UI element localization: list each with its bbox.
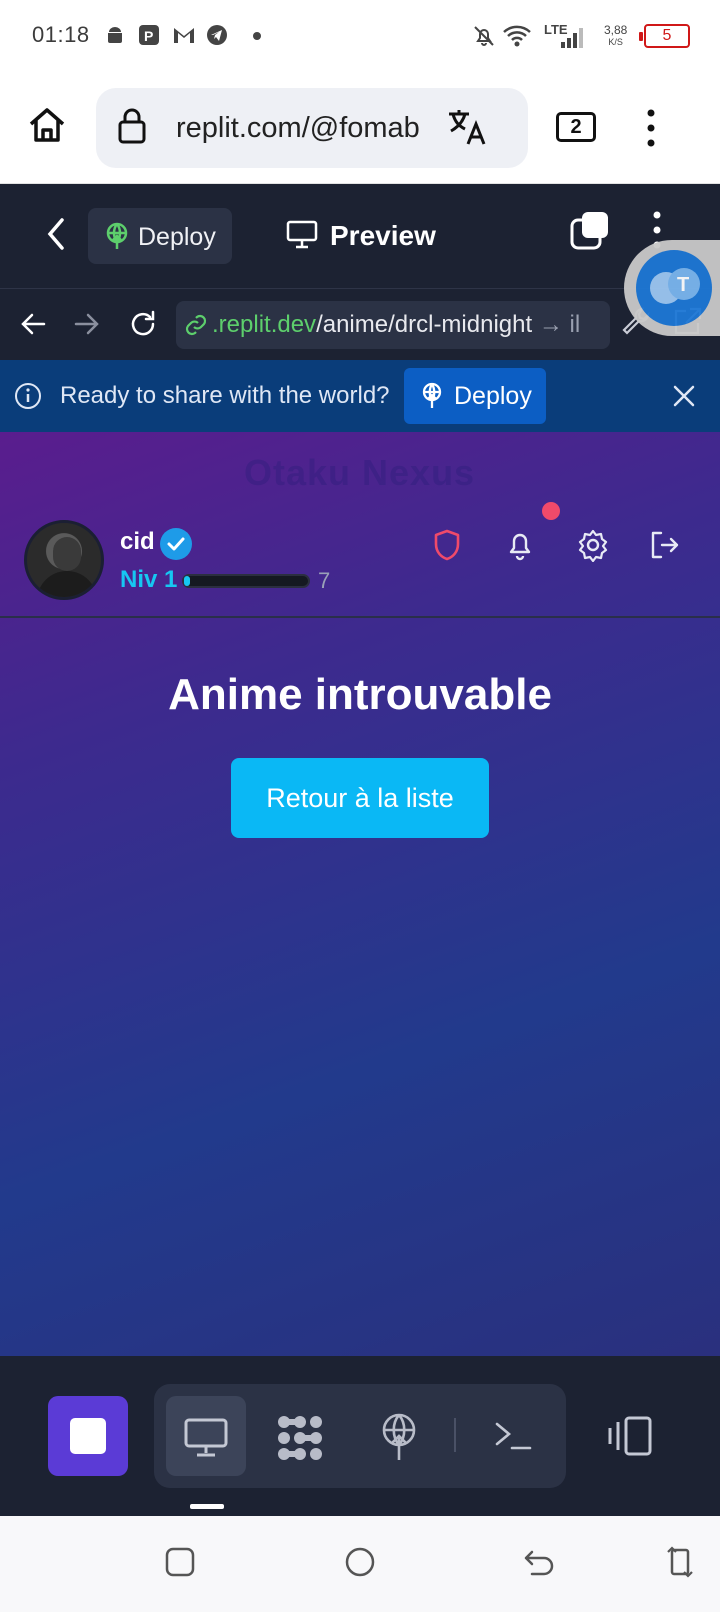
status-bar: 01:18 P LTE 3,88 K/S 5 — [0, 0, 720, 72]
banner-deploy-label: Deploy — [454, 382, 532, 410]
net-speed: 3,88 K/S — [604, 24, 627, 48]
deploy-tab[interactable]: Deploy — [88, 208, 232, 264]
address-text[interactable]: replit.com/@fomab — [176, 112, 430, 145]
url-extra: → il — [538, 311, 581, 338]
workflow-icon[interactable] — [276, 1414, 324, 1462]
deploy-icon — [420, 382, 444, 410]
net-speed-unit: K/S — [608, 37, 623, 47]
active-tab-indicator — [190, 1504, 224, 1509]
android-icon — [104, 24, 126, 46]
info-icon — [14, 382, 42, 410]
translate-icon[interactable] — [446, 106, 488, 148]
gear-icon[interactable] — [576, 528, 610, 562]
telegram-icon — [206, 24, 228, 46]
svg-text:T: T — [677, 274, 689, 296]
deploy-icon — [104, 222, 130, 250]
dot-icon — [252, 31, 262, 41]
back-button-icon[interactable] — [522, 1546, 556, 1578]
split-panel-icon[interactable] — [606, 1414, 654, 1458]
page-title: Anime introuvable — [168, 670, 552, 719]
xp-value: 7 — [318, 568, 331, 593]
shield-icon[interactable] — [432, 528, 462, 562]
xp-progress-bar — [182, 574, 310, 588]
svg-text:P: P — [144, 28, 153, 44]
reload-icon[interactable] — [128, 309, 158, 339]
deploy-banner: Ready to share with the world? Deploy — [0, 360, 720, 432]
wifi-icon — [502, 24, 532, 48]
monitor-icon — [286, 220, 318, 250]
battery-indicator: 5 — [639, 24, 690, 48]
replit-header: Deploy Preview — [0, 184, 720, 288]
status-time: 01:18 — [32, 22, 90, 47]
deploy-tab-label: Deploy — [138, 223, 216, 251]
net-speed-value: 3,88 — [604, 23, 628, 37]
url-path: /anime/drcl-midnight — [316, 311, 533, 338]
system-navigation-bar — [0, 1516, 720, 1612]
verified-badge-icon — [160, 528, 192, 560]
app-preview: Otaku Nexus cid Niv 1 7 Anime introuvabl… — [0, 432, 720, 1356]
toolbar-divider — [454, 1418, 456, 1452]
browser-toolbar: replit.com/@fomab 2 — [0, 72, 720, 184]
home-button-icon[interactable] — [344, 1546, 376, 1578]
banner-deploy-button[interactable]: Deploy — [404, 368, 546, 424]
deploy-icon[interactable] — [378, 1412, 420, 1462]
more-menu-icon[interactable] — [646, 108, 656, 148]
recents-icon[interactable] — [164, 1546, 196, 1578]
bell-icon[interactable] — [504, 528, 536, 562]
shell-icon[interactable] — [494, 1420, 534, 1452]
translate-bubble-icon: T — [636, 250, 712, 326]
app-brand: Otaku Nexus — [244, 452, 476, 493]
avatar[interactable] — [24, 520, 104, 600]
replit-bottom-toolbar — [0, 1356, 720, 1516]
close-icon[interactable] — [672, 384, 696, 408]
rotate-icon[interactable] — [666, 1544, 694, 1580]
forward-arrow-icon[interactable] — [74, 311, 100, 337]
xp-progress-fill — [184, 576, 191, 586]
gmail-icon — [172, 24, 196, 46]
user-level: Niv 1 — [120, 566, 178, 593]
url-domain: .replit.dev — [212, 311, 317, 338]
preview-tab-label[interactable]: Preview — [330, 220, 436, 252]
monitor-icon — [184, 1418, 228, 1458]
app-p-icon: P — [138, 24, 160, 46]
lock-icon[interactable] — [116, 106, 148, 146]
logout-icon[interactable] — [648, 528, 680, 562]
tab-switcher[interactable]: 2 — [556, 112, 596, 142]
link-icon — [184, 313, 208, 337]
stop-button[interactable] — [48, 1396, 128, 1476]
back-to-list-button[interactable]: Retour à la liste — [231, 758, 489, 838]
tabs-overlap-icon[interactable] — [568, 210, 612, 254]
home-icon[interactable] — [26, 104, 68, 146]
back-arrow-icon[interactable] — [20, 311, 46, 337]
webview-url-text: .replit.dev/anime/drcl-midnight → il — [212, 311, 580, 339]
username: cid — [120, 528, 155, 555]
webview-url-bar: .replit.dev/anime/drcl-midnight → il — [0, 288, 720, 360]
translate-bubble[interactable]: T — [624, 240, 720, 336]
back-chevron-icon[interactable] — [44, 214, 66, 254]
webview-url-input[interactable]: .replit.dev/anime/drcl-midnight → il — [176, 301, 610, 349]
mute-icon — [472, 24, 496, 48]
signal-icon — [560, 28, 584, 48]
banner-message: Ready to share with the world? — [60, 382, 390, 409]
notification-dot — [542, 502, 560, 520]
